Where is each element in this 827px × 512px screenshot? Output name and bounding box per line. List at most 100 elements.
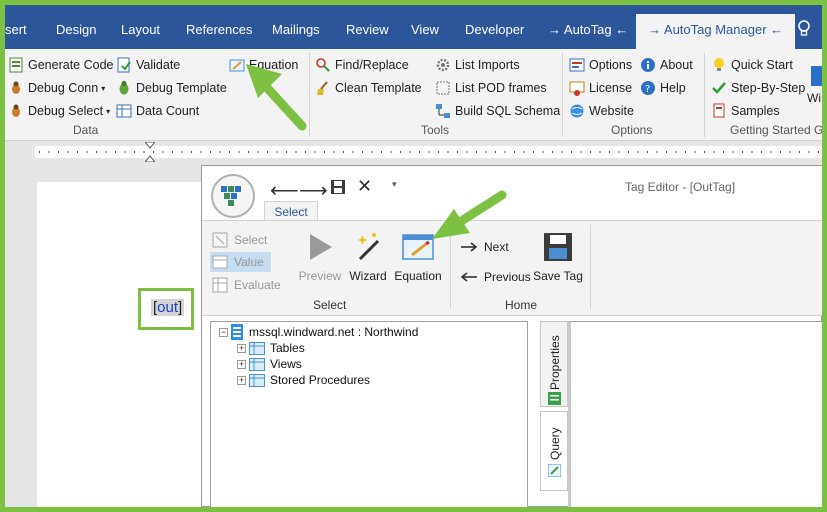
tag-editor-ribbon: Select Value Evaluate Preview Wizard Equ…: [202, 220, 822, 316]
wizard-button[interactable]: Wizard: [347, 231, 389, 283]
left-arrow-icon: [460, 269, 478, 285]
wizard-big-icon[interactable]: [809, 64, 822, 88]
about-button[interactable]: About: [640, 55, 693, 75]
broom-icon: [315, 80, 331, 96]
ruler-tick: [48, 151, 50, 153]
frame-icon: [435, 80, 451, 96]
validate-button[interactable]: Validate: [116, 55, 180, 75]
green-bug-icon: [116, 80, 132, 96]
data-group-label: Data: [73, 123, 99, 137]
save-tag-button[interactable]: Save Tag: [532, 231, 584, 283]
quick-access-dropdown-icon[interactable]: ▾: [392, 179, 397, 190]
quick-start-button[interactable]: Quick Start: [711, 55, 793, 75]
document-page[interactable]: [37, 182, 207, 507]
expand-icon[interactable]: +: [237, 359, 246, 369]
ruler-tick: [476, 151, 477, 153]
help-button[interactable]: ? Help: [640, 78, 686, 98]
value-button[interactable]: Value: [210, 252, 271, 272]
back-arrow-icon[interactable]: ⟵: [270, 178, 299, 203]
tab-design[interactable]: Design: [56, 17, 96, 43]
ruler-tick: [438, 151, 439, 153]
debug-template-button[interactable]: Debug Template: [116, 78, 227, 98]
tree-item-stored-procedures[interactable]: + Stored Procedures: [237, 372, 370, 388]
tools-group-label: Tools: [421, 123, 450, 137]
previous-button[interactable]: Previous: [460, 267, 531, 287]
ruler-tick: [200, 151, 202, 153]
tab-view[interactable]: View: [411, 17, 439, 43]
ruler-tick: [181, 151, 183, 153]
out-tag[interactable]: [out]: [151, 299, 185, 316]
expand-icon[interactable]: +: [237, 343, 246, 353]
debug-select-button[interactable]: Debug Select ▾: [8, 101, 110, 121]
build-sql-schema-button[interactable]: Build SQL Schema: [435, 101, 560, 121]
ruler-tick: [409, 151, 411, 153]
tab-autotag-manager[interactable]: → AutoTag Manager ←: [636, 14, 796, 49]
preview-button[interactable]: Preview: [294, 231, 346, 283]
out-tag-highlight[interactable]: [out]: [138, 288, 194, 330]
tab-review[interactable]: Review: [346, 17, 389, 43]
data-count-button[interactable]: Data Count: [116, 101, 199, 121]
wi-label: Wi: [807, 91, 821, 105]
ruler-tick: [428, 151, 430, 153]
ruler-tick: [390, 151, 392, 153]
website-button[interactable]: Website: [569, 101, 634, 121]
ruler-tick: [314, 151, 316, 153]
step-by-step-button[interactable]: Step-By-Step: [711, 78, 805, 98]
save-icon: [542, 231, 574, 263]
ruler-tick: [381, 151, 382, 153]
ruler-tick: [371, 151, 373, 153]
tab-properties[interactable]: Properties: [540, 321, 568, 407]
tab-references[interactable]: References: [186, 17, 252, 43]
windward-logo-icon[interactable]: [211, 174, 255, 218]
ruler-tick: [656, 151, 658, 153]
select-icon: [212, 232, 228, 248]
tree-root[interactable]: − mssql.windward.net : Northwind: [219, 324, 418, 340]
tree-item-views[interactable]: + Views: [237, 356, 302, 372]
debug-conn-button[interactable]: Debug Conn ▾: [8, 78, 105, 98]
ruler-tick: [362, 151, 363, 153]
tree-item-tables[interactable]: + Tables: [237, 340, 305, 356]
tab-select[interactable]: Select: [264, 201, 318, 222]
ruler-tick: [191, 151, 192, 153]
ribbon-tab-bar: sert Design Layout References Mailings R…: [5, 5, 822, 49]
ruler-tick: [704, 151, 705, 153]
evaluate-button[interactable]: Evaluate: [212, 275, 281, 295]
save-icon[interactable]: [330, 179, 346, 195]
tag-editor-titlebar: ⟵ ⟶ ✕ ▾ Tag Editor - [OutTag] Select: [202, 166, 822, 222]
tab-layout[interactable]: Layout: [121, 17, 160, 43]
license-button[interactable]: License: [569, 78, 632, 98]
table-count-icon: [116, 103, 132, 119]
indent-marker[interactable]: [143, 141, 157, 163]
info-icon: [640, 57, 656, 73]
list-imports-button[interactable]: List Imports: [435, 55, 520, 75]
tab-insert[interactable]: sert: [5, 17, 27, 43]
close-icon[interactable]: ✕: [357, 176, 372, 197]
ruler-tick: [789, 151, 791, 153]
tab-query[interactable]: Query: [540, 411, 568, 491]
clean-template-button[interactable]: Clean Template: [315, 78, 422, 98]
ruler-tick: [751, 151, 753, 153]
data-source-tree[interactable]: − mssql.windward.net : Northwind + Table…: [210, 321, 528, 507]
ruler-tick: [333, 151, 335, 153]
ruler-tick: [457, 151, 458, 153]
list-pod-frames-button[interactable]: List POD frames: [435, 78, 547, 98]
tab-autotag[interactable]: → AutoTag ←: [548, 17, 628, 43]
play-icon: [304, 231, 336, 263]
forward-arrow-icon[interactable]: ⟶: [299, 178, 328, 203]
collapse-icon[interactable]: −: [219, 327, 228, 337]
query-editor-pane[interactable]: [568, 321, 822, 507]
ruler-tick: [504, 151, 506, 153]
lightbulb-icon[interactable]: [796, 19, 812, 39]
samples-button[interactable]: Samples: [711, 101, 780, 121]
tag-editor-title: Tag Editor - [OutTag]: [625, 180, 736, 194]
expand-icon[interactable]: +: [237, 375, 246, 385]
tab-mailings[interactable]: Mailings: [272, 17, 320, 43]
tab-developer[interactable]: Developer: [465, 17, 524, 43]
find-replace-button[interactable]: Find/Replace: [315, 55, 409, 75]
generate-code-button[interactable]: Generate Code: [8, 55, 113, 75]
options-button[interactable]: Options: [569, 55, 632, 75]
ruler-tick: [67, 151, 69, 153]
ruler-tick: [542, 151, 544, 153]
select-button[interactable]: Select: [212, 230, 267, 250]
ruler-tick: [400, 151, 401, 153]
